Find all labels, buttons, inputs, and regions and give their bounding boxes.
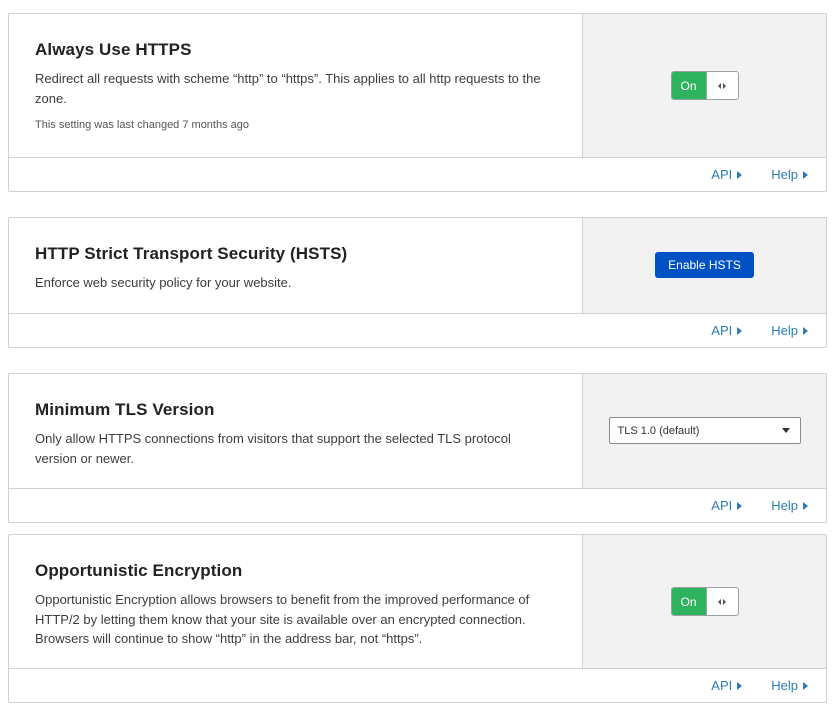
enable-hsts-button[interactable]: Enable HSTS	[655, 252, 754, 278]
help-link-label: Help	[771, 678, 798, 693]
card-minimum-tls-version: Minimum TLS Version Only allow HTTPS con…	[8, 373, 827, 523]
card-title: HTTP Strict Transport Security (HSTS)	[35, 244, 348, 263]
card-opportunistic-encryption: Opportunistic Encryption Opportunistic E…	[8, 534, 827, 703]
last-changed-text: This setting was last changed 7 months a…	[35, 119, 250, 131]
caret-right-icon	[803, 681, 808, 690]
card-footer: API Help	[9, 314, 826, 347]
api-link[interactable]: API	[711, 678, 743, 693]
api-link-label: API	[711, 678, 733, 693]
card-title: Always Use HTTPS	[35, 40, 192, 59]
arrow-right-icon	[723, 82, 726, 89]
card-footer: API Help	[9, 158, 826, 191]
select-value: TLS 1.0 (default)	[617, 424, 700, 437]
api-link[interactable]: API	[711, 167, 743, 182]
help-link[interactable]: Help	[771, 167, 808, 182]
arrow-left-icon	[718, 598, 721, 605]
caret-right-icon	[803, 170, 808, 179]
api-link[interactable]: API	[711, 498, 743, 513]
opportunistic-encryption-toggle[interactable]: On	[670, 587, 739, 616]
toggle-handle[interactable]	[707, 588, 738, 615]
card-hsts: HTTP Strict Transport Security (HSTS) En…	[8, 217, 827, 348]
api-link-label: API	[711, 323, 733, 338]
card-description: Redirect all requests with scheme “http”…	[35, 71, 541, 106]
caret-right-icon	[803, 326, 808, 335]
toggle-on-label: On	[671, 588, 707, 615]
arrow-right-icon	[723, 598, 726, 605]
api-link-label: API	[711, 498, 733, 513]
api-link[interactable]: API	[711, 323, 743, 338]
control-panel: On	[582, 535, 826, 668]
card-title: Minimum TLS Version	[35, 400, 215, 419]
caret-right-icon	[803, 501, 808, 510]
card-text: HTTP Strict Transport Security (HSTS) En…	[9, 218, 582, 313]
card-title: Opportunistic Encryption	[35, 561, 243, 580]
caret-right-icon	[737, 326, 743, 335]
card-text: Always Use HTTPS Redirect all requests w…	[9, 14, 582, 157]
card-always-use-https: Always Use HTTPS Redirect all requests w…	[8, 13, 827, 192]
help-link[interactable]: Help	[771, 323, 808, 338]
control-panel: On	[582, 14, 826, 157]
card-description: Only allow HTTPS connections from visito…	[35, 431, 511, 466]
card-description: Enforce web security policy for your web…	[35, 275, 292, 290]
help-link-label: Help	[771, 323, 798, 338]
chevron-down-icon	[781, 428, 790, 433]
card-footer: API Help	[9, 489, 826, 522]
help-link-label: Help	[771, 167, 798, 182]
caret-right-icon	[737, 681, 743, 690]
api-link-label: API	[711, 167, 733, 182]
help-link[interactable]: Help	[771, 498, 808, 513]
tls-version-select[interactable]: TLS 1.0 (default)	[608, 417, 801, 444]
card-text: Opportunistic Encryption Opportunistic E…	[9, 535, 582, 668]
toggle-on-label: On	[671, 72, 707, 99]
control-panel: Enable HSTS	[582, 218, 826, 313]
help-link-label: Help	[771, 498, 798, 513]
always-use-https-toggle[interactable]: On	[670, 71, 739, 100]
card-description: Opportunistic Encryption allows browsers…	[35, 592, 530, 646]
toggle-handle[interactable]	[707, 72, 738, 99]
card-text: Minimum TLS Version Only allow HTTPS con…	[9, 374, 582, 488]
caret-right-icon	[737, 501, 743, 510]
card-footer: API Help	[9, 669, 826, 702]
control-panel: TLS 1.0 (default)	[582, 374, 826, 488]
help-link[interactable]: Help	[771, 678, 808, 693]
arrow-left-icon	[718, 82, 721, 89]
caret-right-icon	[737, 170, 743, 179]
